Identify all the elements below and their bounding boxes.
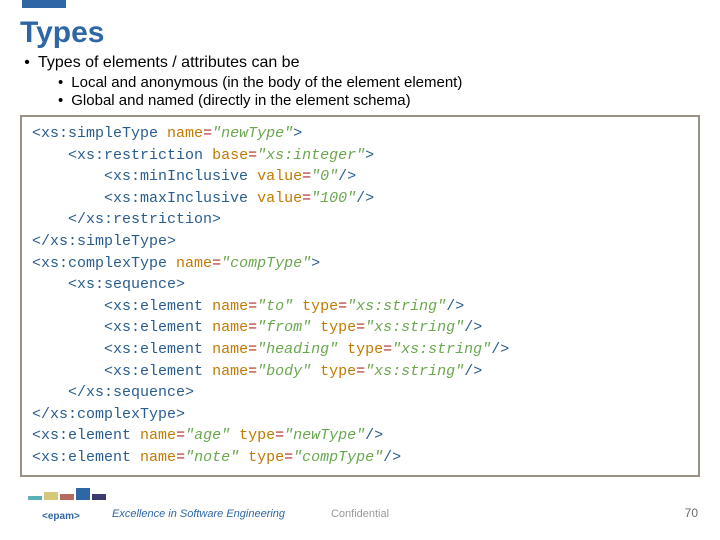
bullet-level-1: • Types of elements / attributes can be bbox=[24, 54, 700, 72]
bullet-text: Types of elements / attributes can be bbox=[38, 54, 299, 72]
code-line: </xs:restriction> bbox=[32, 209, 688, 231]
footer-bars bbox=[28, 488, 106, 500]
code-block: <xs:simpleType name="newType"> <xs:restr… bbox=[20, 115, 700, 477]
bullet-text: Local and anonymous (in the body of the … bbox=[71, 74, 462, 91]
bullet-level-2: • Local and anonymous (in the body of th… bbox=[58, 74, 700, 91]
footer-bar-segment bbox=[60, 494, 74, 500]
footer-bar-segment bbox=[28, 496, 42, 500]
code-line: <xs:element name="to" type="xs:string"/> bbox=[32, 296, 688, 318]
footer: <epam> Excellence in Software Engineerin… bbox=[0, 500, 720, 530]
footer-bar-segment bbox=[92, 494, 106, 500]
code-line: </xs:sequence> bbox=[32, 382, 688, 404]
accent-bar bbox=[22, 0, 66, 8]
brand-strap: Excellence in Software Engineering bbox=[112, 508, 285, 520]
code-line: <xs:minInclusive value="0"/> bbox=[32, 166, 688, 188]
slide-title: Types bbox=[20, 16, 700, 50]
slide: Types • Types of elements / attributes c… bbox=[0, 0, 720, 540]
code-line: <xs:element name="heading" type="xs:stri… bbox=[32, 339, 688, 361]
code-line: </xs:simpleType> bbox=[32, 231, 688, 253]
footer-bar-segment bbox=[44, 492, 58, 500]
brand-logo: <epam> bbox=[42, 511, 80, 522]
confidential-label: Confidential bbox=[331, 508, 389, 520]
code-line: </xs:complexType> bbox=[32, 404, 688, 426]
bullet-dot: • bbox=[24, 54, 30, 72]
bullet-dot: • bbox=[58, 74, 63, 91]
code-line: <xs:maxInclusive value="100"/> bbox=[32, 188, 688, 210]
code-line: <xs:complexType name="compType"> bbox=[32, 253, 688, 275]
code-line: <xs:element name="age" type="newType"/> bbox=[32, 425, 688, 447]
code-line: <xs:restriction base="xs:integer"> bbox=[32, 145, 688, 167]
bullet-level-2: • Global and named (directly in the elem… bbox=[58, 92, 700, 109]
page-number: 70 bbox=[685, 506, 698, 520]
bullet-dot: • bbox=[58, 92, 63, 109]
code-line: <xs:sequence> bbox=[32, 274, 688, 296]
brand-text: <epam> bbox=[42, 511, 80, 522]
code-line: <xs:element name="note" type="compType"/… bbox=[32, 447, 688, 469]
footer-bar-segment bbox=[76, 488, 90, 500]
code-line: <xs:element name="from" type="xs:string"… bbox=[32, 317, 688, 339]
bullet-list: • Types of elements / attributes can be … bbox=[24, 54, 700, 109]
code-line: <xs:element name="body" type="xs:string"… bbox=[32, 361, 688, 383]
code-line: <xs:simpleType name="newType"> bbox=[32, 123, 688, 145]
bullet-text: Global and named (directly in the elemen… bbox=[71, 92, 410, 109]
